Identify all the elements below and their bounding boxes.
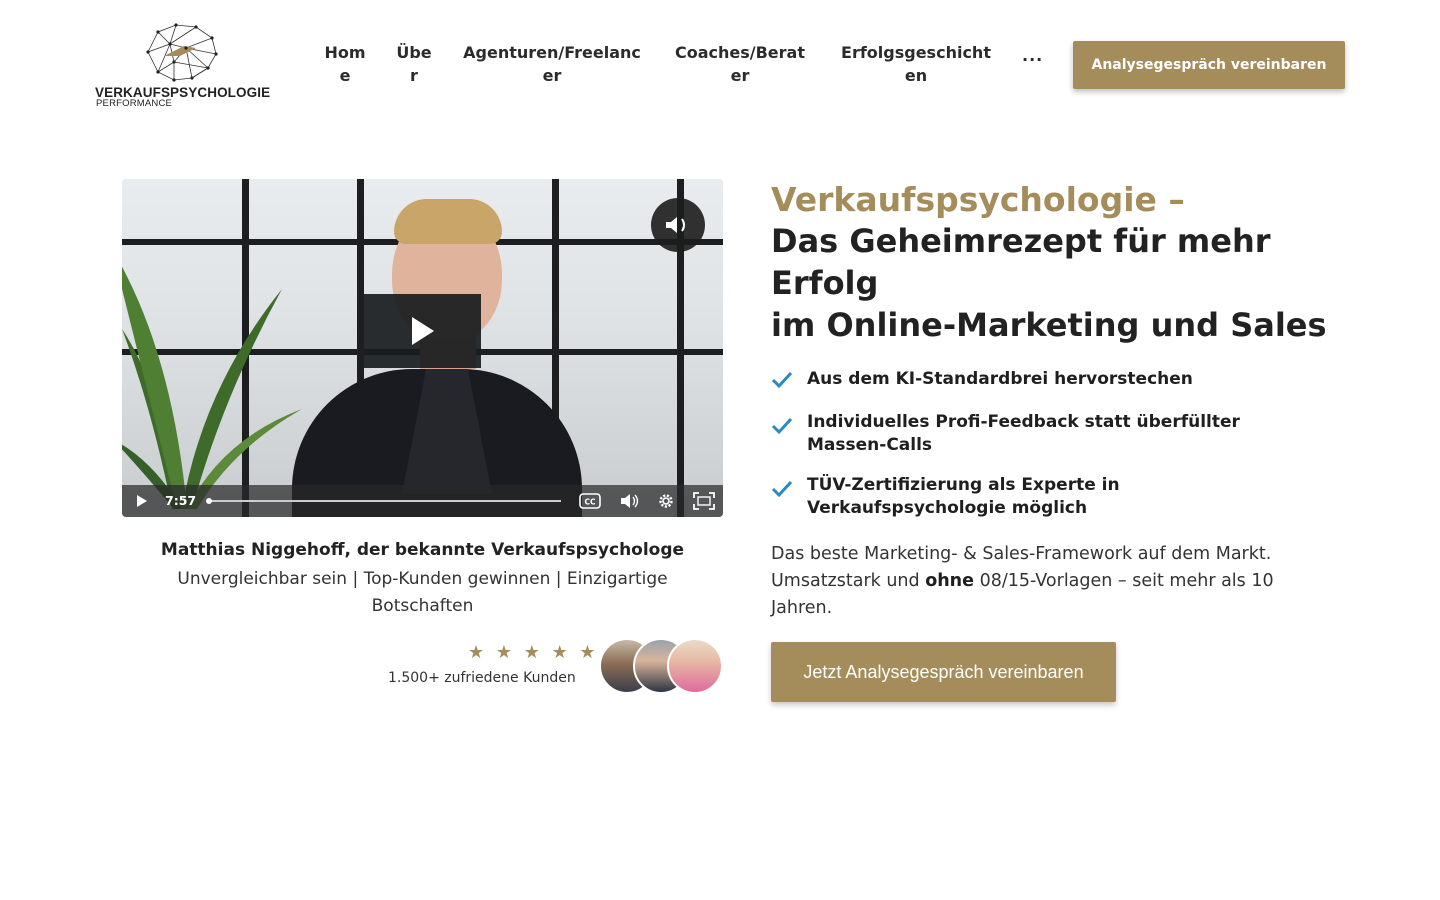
benefit-item: Aus dem KI-Standardbrei hervorstechen [771,368,1331,391]
benefit-text: Aus dem KI-Standardbrei hervorstechen [807,369,1193,389]
hero-headline: Das Geheimrezept für mehr Erfolg im Onli… [771,220,1351,346]
avatar [667,638,723,694]
benefit-item: Individuelles Profi-Feedback statt überf… [771,411,1331,457]
play-icon[interactable] [136,494,148,508]
nav-more-menu[interactable]: ··· [1022,50,1043,69]
video-duration: 7:57 [165,493,197,508]
hero-description: Das beste Marketing- & Sales-Framework a… [771,541,1331,622]
logo[interactable]: VERKAUFSPSYCHOLOGIE PERFORMANCE [95,22,275,110]
hero-headline-line-2: im Online-Marketing und Sales [771,306,1327,344]
brain-network-icon [146,23,218,82]
speaker-icon [666,217,685,233]
benefit-text: Individuelles Profi-Feedback statt überf… [807,412,1240,455]
video-player[interactable]: 7:57 CC [122,179,723,517]
hero-cta-button[interactable]: Jetzt Analysegespräch vereinbaren [771,642,1116,702]
description-emphasis: ohne [925,571,975,591]
rating-stars: ★ ★ ★ ★ ★ [468,642,599,663]
check-icon [771,417,793,435]
hero-accent-heading: Verkaufspsychologie – [771,180,1185,219]
speaker-tagline: Unvergleichbar sein | Top-Kunden gewinne… [177,569,668,616]
nav-item-agenturen[interactable]: Agenturen/Freelancer [458,41,646,87]
closed-captions-icon[interactable]: CC [579,493,601,509]
hero-headline-line-1: Das Geheimrezept für mehr Erfolg [771,222,1271,302]
play-icon [411,317,434,345]
palm-plant [122,266,302,509]
nav-item-coaches[interactable]: Coaches/Berater [670,41,810,87]
benefit-text: TÜV-Zertifizierung als Experte in Verkau… [807,475,1120,518]
customer-count: 1.500+ zufriedene Kunden [388,670,576,686]
video-progress-bar[interactable] [206,498,561,504]
check-icon [771,480,793,498]
nav-item-erfolgsgeschichten[interactable]: Erfolgsgeschichten [836,41,996,87]
check-icon [771,371,793,389]
benefit-item: TÜV-Zertifizierung als Experte in Verkau… [771,474,1331,520]
fullscreen-icon[interactable] [693,492,715,510]
nav-item-ueber[interactable]: Über [395,41,433,87]
progress-knob[interactable] [206,498,212,504]
volume-icon[interactable] [620,493,640,509]
play-button[interactable] [364,294,481,368]
customer-avatars [599,638,723,694]
header-cta-button[interactable]: Analysegespräch vereinbaren [1073,41,1345,89]
video-controls-bar: 7:57 CC [122,485,723,517]
logo-subtitle: PERFORMANCE [96,98,173,109]
speaker-name: Matthias Niggehoff, der bekannte Verkauf… [160,540,685,560]
svg-text:CC: CC [584,498,596,507]
unmute-button[interactable] [651,198,705,252]
nav-item-home[interactable]: Home [324,41,366,87]
settings-icon[interactable] [657,492,675,510]
